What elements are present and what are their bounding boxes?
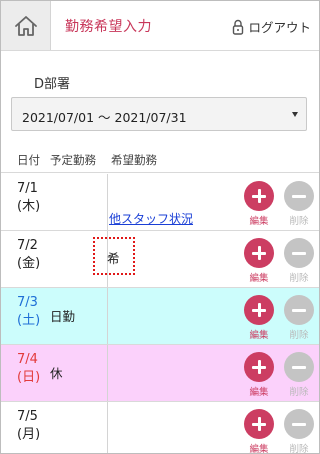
plus-icon [244,409,274,439]
delete-button[interactable]: 削除 [284,181,314,227]
row-date: 7/4 (日) [17,351,40,387]
plus-icon [244,295,274,325]
logout-button[interactable]: ログアウト [232,17,311,36]
delete-button[interactable]: 削除 [284,352,314,398]
edit-button[interactable]: 編集 [244,409,274,454]
column-header-request: 希望勤務 [111,153,157,167]
caret-down-icon [292,112,298,117]
column-divider [107,174,108,230]
date-day: 7/2 [17,238,38,253]
table-row: 7/1 (木) 他スタッフ状況 編集 削除 [1,174,319,231]
row-date: 7/1 (木) [17,180,40,216]
column-header-schedule: 予定勤務 [50,153,96,167]
delete-label: 削除 [289,444,309,454]
table-row: 7/3 (土) 日勤 編集 削除 [1,288,319,345]
period-value: 2021/07/01 ～ 2021/07/31 [22,110,187,125]
home-icon [14,15,37,36]
requested-shift: 希 [107,251,120,266]
delete-label: 削除 [289,273,309,284]
department-label: D部署 [34,77,71,92]
minus-icon [284,352,314,382]
edit-button[interactable]: 編集 [244,181,274,227]
plus-icon [244,238,274,268]
date-weekday: (土) [17,313,41,328]
plus-icon [244,181,274,211]
date-day: 7/5 [17,409,38,424]
minus-icon [284,181,314,211]
row-date: 7/5 (月) [17,408,40,444]
edit-button[interactable]: 編集 [244,238,274,284]
column-header-date: 日付 [17,153,40,167]
edit-label: 編集 [249,216,269,227]
other-staff-status-link[interactable]: 他スタッフ状況 [109,210,193,227]
date-day: 7/3 [17,295,38,310]
edit-label: 編集 [249,444,269,454]
scheduled-shift: 日勤 [50,309,76,324]
lock-icon [233,19,244,35]
column-divider [107,345,108,401]
logout-label: ログアウト [248,20,311,35]
delete-button[interactable]: 削除 [284,409,314,454]
requested-shift-highlight: 希 [93,237,135,275]
home-button[interactable] [1,1,51,50]
minus-icon [284,295,314,325]
date-weekday: (木) [17,199,41,214]
date-day: 7/1 [17,181,38,196]
page-title: 勤務希望入力 [65,19,152,35]
table-header: 日付 予定勤務 希望勤務 [1,149,319,173]
row-date: 7/2 (金) [17,237,40,273]
date-day: 7/4 [17,352,38,367]
period-select[interactable]: 2021/07/01 ～ 2021/07/31 [11,97,307,131]
delete-label: 削除 [289,387,309,398]
edit-label: 編集 [249,273,269,284]
delete-label: 削除 [289,330,309,341]
edit-label: 編集 [249,330,269,341]
minus-icon [284,238,314,268]
minus-icon [284,409,314,439]
column-divider [107,288,108,344]
edit-button[interactable]: 編集 [244,295,274,341]
delete-button[interactable]: 削除 [284,295,314,341]
edit-label: 編集 [249,387,269,398]
date-weekday: (月) [17,427,41,442]
date-weekday: (金) [17,256,41,271]
column-divider [107,402,108,453]
row-date: 7/3 (土) [17,294,40,330]
date-weekday: (日) [17,370,41,385]
edit-button[interactable]: 編集 [244,352,274,398]
plus-icon [244,352,274,382]
table-row: 7/4 (日) 休 編集 削除 [1,345,319,402]
scheduled-shift: 休 [50,366,63,381]
delete-button[interactable]: 削除 [284,238,314,284]
table-row: 7/5 (月) 編集 削除 [1,402,319,454]
app-frame: 勤務希望入力 ログアウト D部署 2021/07/01 ～ 2021/07/31… [0,0,320,454]
table-row: 7/2 (金) 希 編集 削除 [1,231,319,288]
delete-label: 削除 [289,216,309,227]
header: 勤務希望入力 ログアウト [1,1,319,51]
